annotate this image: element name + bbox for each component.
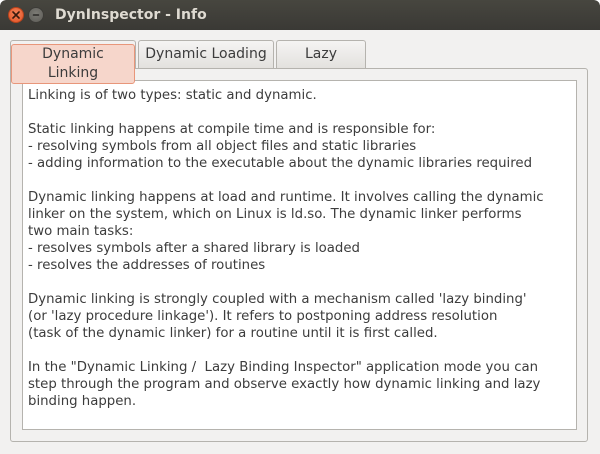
title-bar[interactable]: DynInspector - Info: [0, 0, 600, 30]
tab-dynamic-linking[interactable]: Dynamic Linking: [10, 40, 136, 84]
close-icon: [12, 11, 20, 19]
window-title: DynInspector - Info: [55, 7, 207, 23]
tab-panel: Linking is of two types: static and dyna…: [10, 68, 588, 442]
tab-dynamic-linking-label: Dynamic Linking: [11, 44, 135, 84]
minimize-button[interactable]: [28, 7, 44, 23]
tab-lazy-binding[interactable]: Lazy binding: [276, 40, 366, 89]
dialog-window: DynInspector - Info Dynamic Linking Dyna…: [0, 0, 600, 454]
info-text-view[interactable]: Linking is of two types: static and dyna…: [22, 80, 577, 430]
tab-dynamic-loading-label: Dynamic Loading: [145, 46, 267, 62]
minimize-icon: [32, 14, 40, 16]
close-button[interactable]: [8, 7, 24, 23]
tab-dynamic-loading[interactable]: Dynamic Loading: [138, 40, 274, 68]
